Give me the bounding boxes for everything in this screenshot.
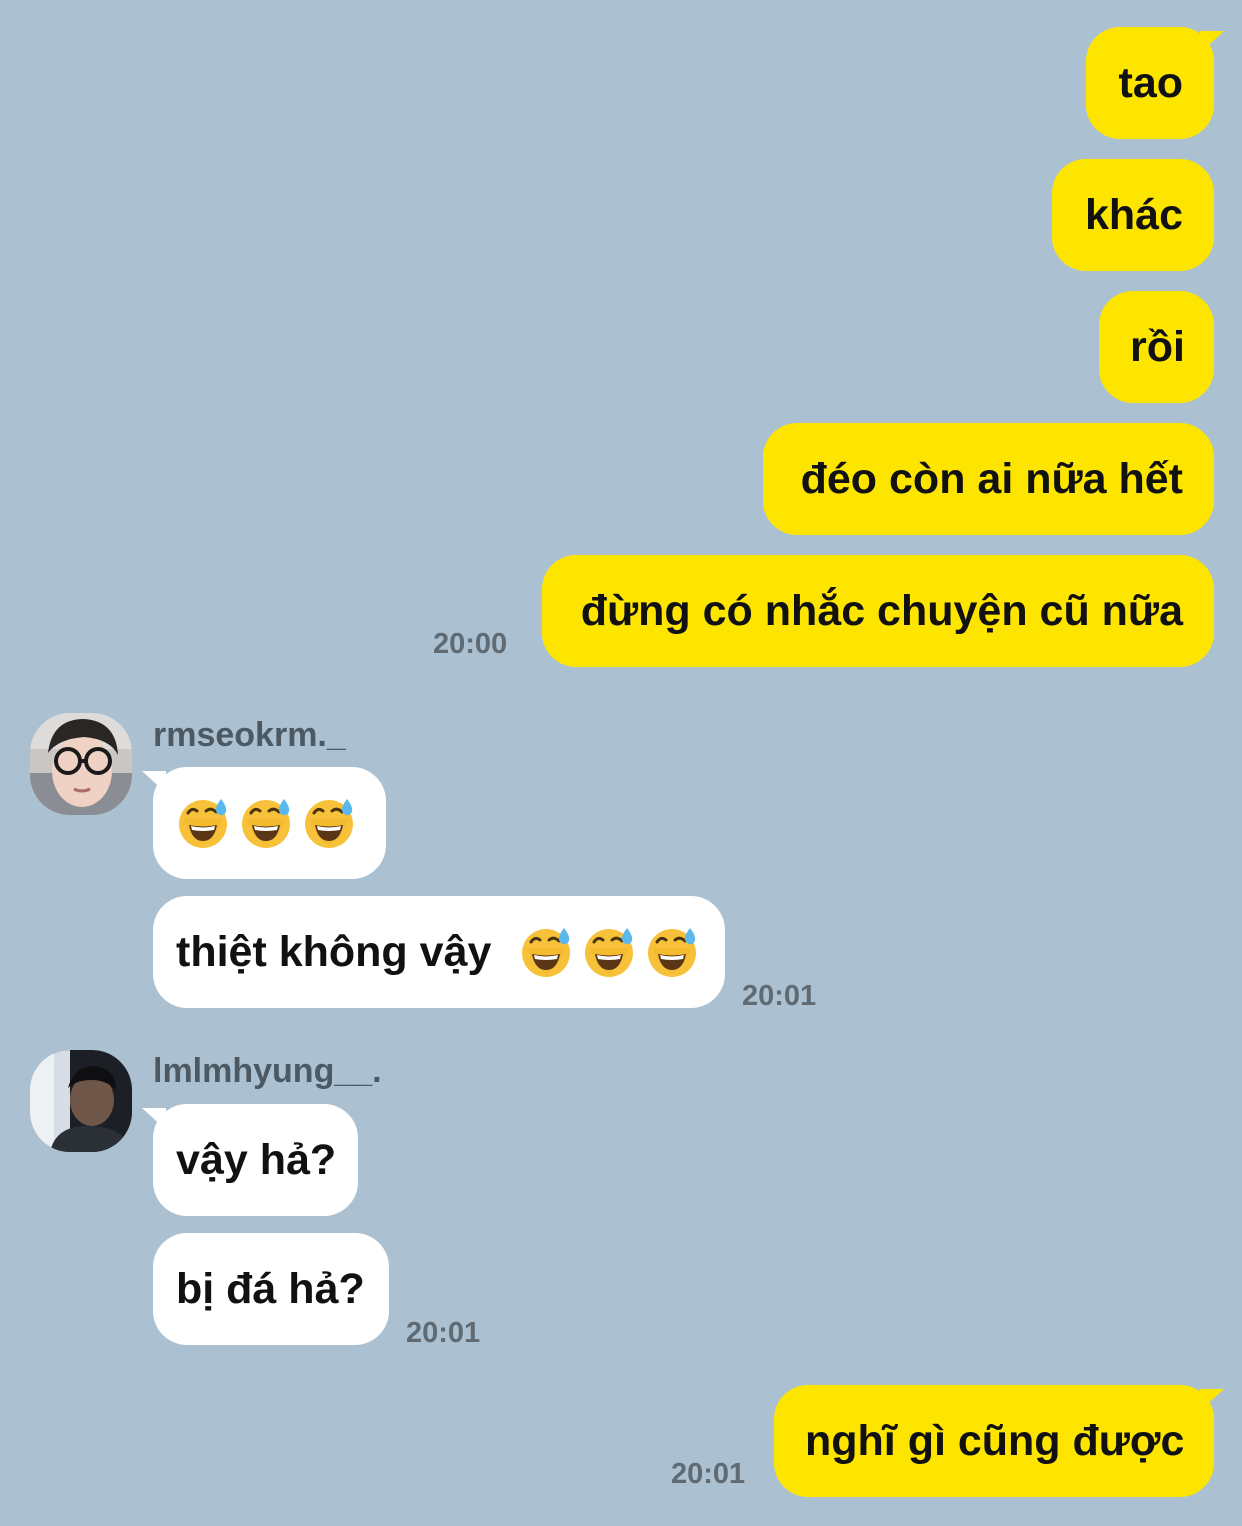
avatar[interactable] <box>30 713 132 815</box>
my-message-bubble[interactable]: đừng có nhắc chuyện cũ nữa <box>542 555 1214 667</box>
avatar[interactable] <box>30 1050 132 1152</box>
message-text: thiệt không vậy <box>176 928 492 976</box>
message-text: bị đá hả? <box>176 1265 365 1313</box>
their-message-bubble[interactable]: bị đá hả? <box>153 1233 389 1345</box>
my-message-bubble[interactable]: tao <box>1086 27 1214 139</box>
their-message-bubble[interactable] <box>153 767 386 879</box>
their-message-bubble[interactable]: thiệt không vậy <box>153 896 725 1008</box>
message-text: rồi <box>1130 323 1185 371</box>
message-timestamp: 20:01 <box>406 1317 481 1349</box>
sweat-smile-emoji-icon <box>302 795 356 849</box>
message-text: nghĩ gì cũng được <box>805 1417 1185 1465</box>
sweat-smile-emoji-icon <box>176 795 230 849</box>
my-message-bubble[interactable]: đéo còn ai nữa hết <box>763 423 1214 535</box>
avatar-photo-icon <box>30 1050 132 1152</box>
message-text: đéo còn ai nữa hết <box>800 455 1183 503</box>
my-message-bubble[interactable]: rồi <box>1099 291 1214 403</box>
sweat-smile-emoji-icon <box>582 924 636 978</box>
emoji-run <box>176 799 356 847</box>
sender-name: lmlmhyung__. <box>153 1052 382 1090</box>
message-text: khác <box>1084 191 1183 239</box>
sweat-smile-emoji-icon <box>645 924 699 978</box>
message-text: vậy hả? <box>176 1136 337 1184</box>
message-text: tao <box>1118 59 1184 107</box>
sender-name: rmseokrm._ <box>153 716 346 754</box>
emoji-run <box>519 928 699 976</box>
sweat-smile-emoji-icon <box>519 924 573 978</box>
message-timestamp: 20:00 <box>433 628 508 660</box>
message-timestamp: 20:01 <box>671 1458 746 1490</box>
my-message-bubble[interactable]: nghĩ gì cũng được <box>774 1385 1214 1497</box>
sweat-smile-emoji-icon <box>239 795 293 849</box>
avatar-photo-icon <box>30 713 132 815</box>
message-timestamp: 20:01 <box>742 980 817 1012</box>
my-message-bubble[interactable]: khác <box>1052 159 1214 271</box>
message-text: đừng có nhắc chuyện cũ nữa <box>580 587 1183 635</box>
their-message-bubble[interactable]: vậy hả? <box>153 1104 358 1216</box>
